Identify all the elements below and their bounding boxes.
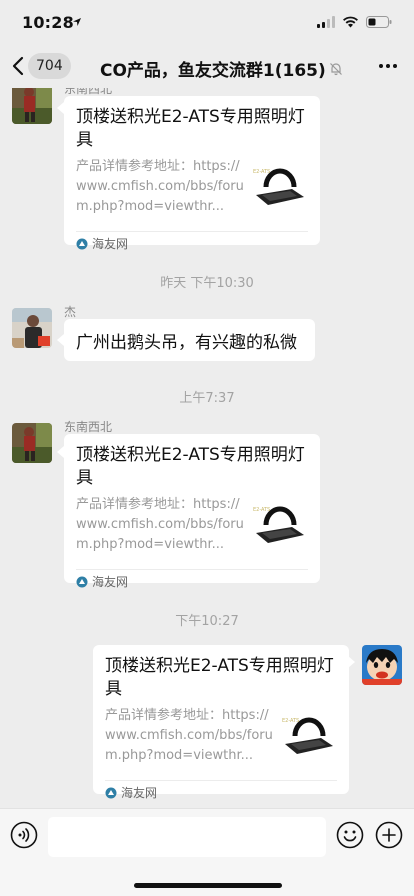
sender-avatar[interactable] (12, 308, 52, 348)
card-title: 顶楼送积光E2-ATS专用照明灯具 (76, 445, 305, 488)
card-source-name: 海友网 (92, 575, 129, 589)
link-card[interactable]: 顶楼送积光E2-ATS专用照明灯具 产品详情参考地址：https://www.c… (93, 645, 349, 800)
sender-name: 东南西北 (64, 420, 113, 434)
timestamp-separator: 下午10:27 (175, 614, 239, 629)
source-logo-icon (105, 787, 117, 798)
link-card[interactable]: 顶楼送积光E2-ATS专用照明灯具 产品详情参考地址：https://www.c… (64, 434, 320, 589)
status-bar: 10:28 (0, 0, 414, 44)
lamp-thumbnail-icon: E2-ATS (279, 706, 337, 764)
status-indicators (317, 16, 392, 28)
source-logo-icon (76, 576, 88, 587)
input-bar (0, 808, 414, 896)
bubble-tail (57, 446, 64, 458)
card-source: 海友网 (76, 231, 308, 255)
wifi-icon (342, 16, 359, 28)
card-title: 顶楼送积光E2-ATS专用照明灯具 (105, 656, 334, 699)
lamp-thumbnail-icon: E2-ATS (250, 495, 308, 553)
battery-icon (366, 16, 392, 28)
emoji-smile-icon (336, 821, 364, 849)
bubble-tail (348, 656, 355, 668)
location-arrow-icon (73, 18, 81, 26)
card-title: 顶楼送积光E2-ATS专用照明灯具 (76, 107, 305, 150)
chat-title: CO产品，鱼友交流群1(165) (100, 56, 343, 81)
more-options-button[interactable] (378, 56, 398, 80)
card-body: 产品详情参考地址：https://www.cmfish.com/bbs/foru… (76, 495, 308, 563)
bubble-tail (57, 102, 64, 114)
card-source-name: 海友网 (121, 786, 158, 800)
card-body: 产品详情参考地址：https://www.cmfish.com/bbs/foru… (76, 157, 308, 225)
svg-text:E2-ATS: E2-ATS (253, 169, 270, 175)
my-avatar[interactable] (362, 645, 402, 685)
lamp-thumbnail-icon: E2-ATS (250, 157, 308, 215)
card-description: 产品详情参考地址：https://www.cmfish.com/bbs/foru… (76, 497, 244, 552)
link-card[interactable]: 顶楼送积光E2-ATS专用照明灯具 产品详情参考地址：https://www.c… (64, 96, 320, 251)
svg-text:E2-ATS: E2-ATS (282, 718, 299, 724)
timestamp-separator: 上午7:37 (179, 391, 235, 406)
mute-bell-icon (329, 62, 342, 75)
sender-avatar[interactable] (12, 88, 52, 124)
chevron-left-icon (12, 56, 24, 76)
voice-icon (10, 821, 38, 849)
cellular-signal-icon (317, 16, 335, 28)
card-description: 产品详情参考地址：https://www.cmfish.com/bbs/foru… (76, 159, 244, 214)
chat-screen: 10:28 704 CO产品，鱼友交流群1(165) 东南西北 顶楼送积光E2-… (0, 0, 414, 896)
emoji-button[interactable] (336, 821, 364, 853)
card-description: 产品详情参考地址：https://www.cmfish.com/bbs/foru… (105, 708, 273, 763)
more-dots-icon (379, 64, 397, 68)
card-body: 产品详情参考地址：https://www.cmfish.com/bbs/foru… (105, 706, 337, 774)
card-source: 海友网 (76, 569, 308, 593)
timestamp-separator: 昨天 下午10:30 (160, 276, 254, 291)
home-indicator[interactable] (134, 883, 282, 888)
message-text: 广州出鹅头吊，有兴趣的私微 (76, 332, 297, 353)
source-logo-icon (76, 238, 88, 249)
plus-circle-icon (375, 821, 403, 849)
status-time: 10:28 (22, 13, 74, 32)
sender-name: 杰 (64, 305, 77, 319)
chat-title-text: CO产品，鱼友交流群1(165) (100, 61, 326, 81)
card-source-name: 海友网 (92, 237, 129, 251)
message-list[interactable]: 东南西北 顶楼送积光E2-ATS专用照明灯具 产品详情参考地址：https://… (0, 88, 414, 808)
card-source: 海友网 (105, 780, 337, 804)
text-message-bubble[interactable]: 广州出鹅头吊，有兴趣的私微 (64, 319, 315, 361)
back-button[interactable]: 704 (12, 53, 71, 79)
svg-text:E2-ATS: E2-ATS (253, 507, 270, 513)
voice-input-button[interactable] (10, 821, 38, 853)
more-functions-button[interactable] (375, 821, 403, 853)
unread-count-badge: 704 (28, 53, 71, 79)
message-input[interactable] (48, 817, 326, 857)
bubble-tail (57, 334, 64, 346)
nav-bar: 704 CO产品，鱼友交流群1(165) (0, 44, 414, 88)
sender-avatar[interactable] (12, 423, 52, 463)
